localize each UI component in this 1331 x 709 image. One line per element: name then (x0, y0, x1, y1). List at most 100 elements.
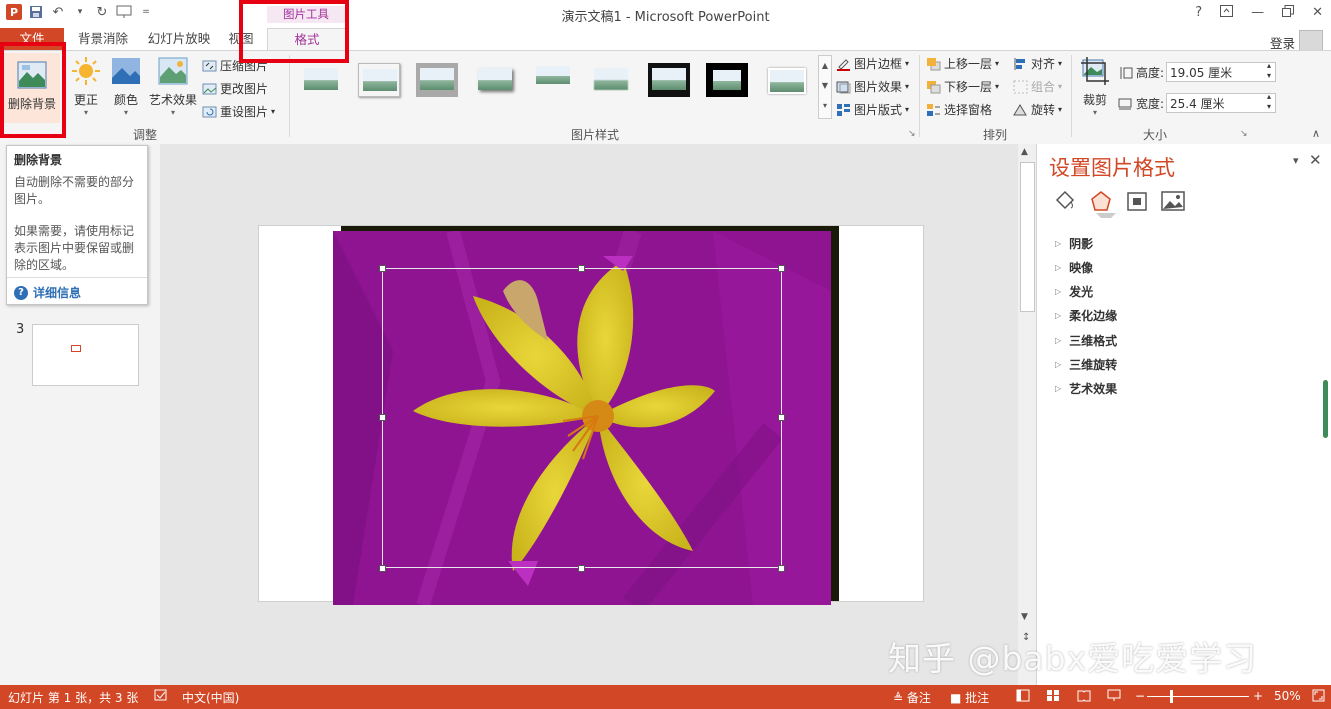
zoom-level[interactable]: 50% (1274, 689, 1301, 703)
color-button[interactable]: 颜色 ▾ (108, 55, 144, 117)
slideshow-icon[interactable] (1107, 689, 1121, 705)
expand-arrow-icon: ▷ (1055, 287, 1062, 296)
width-input[interactable]: 25.4 厘米 ▴ ▾ (1166, 92, 1276, 113)
artistic-effects-button[interactable]: 艺术效果 ▾ (146, 55, 200, 117)
style-beveled[interactable] (358, 63, 400, 97)
spell-check-icon[interactable] (154, 689, 168, 705)
scroll-down-icon[interactable]: ▼ (1021, 612, 1028, 622)
compress-icon (202, 59, 217, 73)
style-simple-white[interactable] (764, 63, 806, 97)
minimize-icon[interactable]: — (1251, 5, 1264, 21)
collapse-ribbon-icon[interactable]: ∧ (1312, 127, 1320, 140)
reading-view-icon[interactable] (1077, 689, 1091, 705)
ribbon-display-icon[interactable] (1220, 5, 1234, 21)
pane-close-icon[interactable]: ✕ (1309, 151, 1322, 169)
active-tab-indicator (1096, 213, 1116, 218)
rotate-label: 旋转 (1031, 103, 1056, 117)
reset-picture-button[interactable]: 重设图片 ▾ (202, 103, 275, 120)
pane-section-soft-edges[interactable]: ▷ 柔化边缘 (1055, 307, 1117, 324)
fill-line-icon[interactable] (1053, 190, 1075, 215)
picture-effects-icon (836, 80, 851, 94)
slide-sorter-icon[interactable] (1046, 689, 1060, 705)
effects-icon[interactable] (1090, 190, 1112, 215)
picture-border-icon (836, 57, 851, 71)
pane-section-reflection[interactable]: ▷ 映像 (1055, 259, 1093, 276)
style-thick-matte-black[interactable] (706, 63, 748, 97)
resize-handle[interactable] (379, 414, 386, 421)
pane-section-shadow[interactable]: ▷ 阴影 (1055, 235, 1093, 252)
picture-layout-label: 图片版式 (854, 103, 903, 117)
crop-label: 裁剪 (1082, 93, 1107, 107)
styles-dialog-launcher-icon[interactable]: ↘ (908, 129, 916, 139)
close-icon[interactable]: ✕ (1312, 5, 1323, 21)
scroll-thumb[interactable] (1020, 162, 1035, 312)
bring-forward-button[interactable]: 上移一层 ▾ (926, 55, 999, 72)
pane-section-artistic-effects[interactable]: ▷ 艺术效果 (1055, 380, 1117, 397)
restore-icon[interactable] (1282, 5, 1295, 21)
picture-effects-button[interactable]: 图片效果 ▾ (836, 78, 909, 95)
align-button[interactable]: 对齐 ▾ (1013, 55, 1062, 72)
zoom-slider-thumb[interactable] (1170, 690, 1173, 703)
pane-options-icon[interactable]: ▾ (1293, 154, 1299, 167)
keep-region-marquee[interactable] (382, 268, 782, 568)
change-picture-button[interactable]: 更改图片 (202, 80, 268, 97)
gallery-scroll[interactable]: ▲ ▼ ▾ (818, 55, 832, 119)
expand-arrow-icon: ▷ (1055, 239, 1062, 248)
tab-background-removal[interactable]: 背景消除 (72, 28, 134, 50)
normal-view-icon[interactable] (1016, 689, 1030, 705)
language-indicator[interactable]: 中文(中国) (182, 689, 239, 706)
vertical-scrollbar[interactable]: ▲ ▼ ↕ (1018, 144, 1036, 685)
style-reflected[interactable] (532, 63, 574, 97)
selection-pane-button[interactable]: 选择窗格 (926, 101, 992, 118)
tooltip-more-info-link[interactable]: ? 详细信息 (14, 284, 81, 301)
expand-arrow-icon: ▷ (1055, 263, 1062, 272)
height-spinner-icon[interactable]: ▴ ▾ (1267, 61, 1271, 81)
tooltip-hint: 如果需要，请使用标记表示图片中要保留或删除的区域。 (14, 224, 135, 272)
picture-border-label: 图片边框 (854, 57, 903, 71)
style-metal-frame[interactable] (416, 63, 458, 97)
style-simple-frame[interactable] (300, 63, 342, 97)
style-soft-edge[interactable] (590, 63, 632, 97)
height-input[interactable]: 19.05 厘米 ▴ ▾ (1166, 61, 1276, 82)
comments-button[interactable]: ■ 批注 (950, 689, 989, 706)
width-spinner-icon[interactable]: ▴ ▾ (1267, 92, 1271, 112)
scroll-up-icon[interactable]: ▲ (1021, 147, 1028, 157)
resize-handle[interactable] (578, 565, 585, 572)
notes-button[interactable]: ≜ 备注 (893, 689, 931, 706)
resize-handle[interactable] (778, 565, 785, 572)
picture-layout-button[interactable]: 图片版式 ▾ (836, 101, 909, 118)
resize-handle[interactable] (778, 265, 785, 272)
style-drop-shadow[interactable] (474, 63, 516, 97)
tab-slideshow[interactable]: 幻灯片放映 (140, 28, 218, 50)
pane-scrollbar[interactable] (1323, 380, 1328, 438)
crop-button[interactable]: 裁剪 ▾ (1077, 55, 1113, 117)
picture-icon[interactable] (1161, 190, 1185, 215)
style-double-frame-black[interactable] (648, 63, 690, 97)
help-icon[interactable]: ? (1195, 5, 1202, 21)
size-group-label: 大小 (1142, 128, 1167, 142)
send-backward-button[interactable]: 下移一层 ▾ (926, 78, 999, 95)
zoom-slider[interactable] (1147, 696, 1249, 697)
tooltip-description: 自动删除不需要的部分图片。 (14, 175, 135, 206)
pane-section-glow[interactable]: ▷ 发光 (1055, 283, 1093, 300)
pane-section-3d-rotation[interactable]: ▷ 三维旋转 (1055, 356, 1117, 373)
resize-handle[interactable] (379, 265, 386, 272)
corrections-button[interactable]: 更正 ▾ (66, 55, 106, 117)
fit-slide-icon[interactable] (1312, 689, 1325, 705)
pane-section-3d-format[interactable]: ▷ 三维格式 (1055, 332, 1117, 349)
sun-icon (70, 55, 102, 87)
login-link[interactable]: 登录 (1270, 33, 1295, 52)
resize-handle[interactable] (778, 414, 785, 421)
size-dialog-launcher-icon[interactable]: ↘ (1240, 129, 1248, 139)
zoom-out-icon[interactable]: − (1135, 689, 1145, 703)
format-picture-pane: 设置图片格式 ▾ ✕ ▷ 阴影 ▷ 映像 ▷ 发光 ▷ 柔化边缘 ▷ 三维格式 ▷ 三维旋转… (1036, 144, 1331, 685)
align-label: 对齐 (1031, 57, 1056, 71)
resize-handle[interactable] (578, 265, 585, 272)
rotate-button[interactable]: 旋转 ▾ (1013, 101, 1062, 118)
size-properties-icon[interactable] (1126, 190, 1148, 215)
group-objects-button[interactable]: 组合 ▾ (1013, 78, 1062, 95)
resize-handle[interactable] (379, 565, 386, 572)
zoom-in-icon[interactable]: + (1253, 689, 1263, 703)
picture-border-button[interactable]: 图片边框 ▾ (836, 55, 909, 72)
slide-thumbnail[interactable] (32, 324, 139, 386)
